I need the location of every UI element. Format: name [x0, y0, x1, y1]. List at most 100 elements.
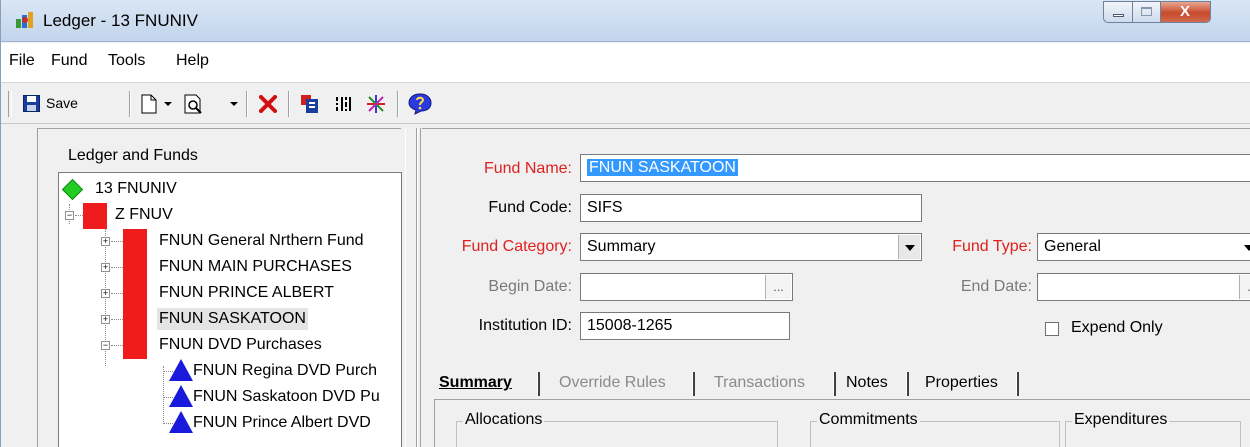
tree-node-subfund[interactable]: FNUN Regina DVD Purch [59, 359, 399, 382]
begin-date-picker-button[interactable]: ... [765, 275, 791, 299]
fund-type-value: General [1044, 238, 1101, 255]
help-button[interactable] [408, 92, 432, 116]
print-preview-icon [184, 94, 202, 114]
subfund-icon [169, 411, 193, 433]
tree-node-subfund[interactable]: FNUN Saskatoon DVD Pu [59, 385, 399, 408]
tree-node-label: FNUN Saskatoon DVD Pu [193, 388, 380, 405]
menu-help[interactable]: Help [176, 52, 209, 70]
tab-separator [1016, 372, 1019, 396]
ledger-fund-tree[interactable]: 13 FNUNIV − Z FNUV + FNUN General Nrther… [58, 172, 402, 447]
tab-separator [692, 372, 695, 396]
expand-icon[interactable]: + [101, 263, 110, 272]
begin-date-input[interactable]: ... [580, 273, 793, 301]
tree-connector [111, 345, 123, 346]
fund-type-label: Fund Type: [952, 238, 1032, 255]
institution-id-input[interactable]: 15008-1265 [580, 312, 790, 340]
new-dropdown-icon[interactable] [164, 102, 172, 106]
panel-splitter-edge[interactable] [417, 128, 421, 447]
tree-node-label: FNUN Prince Albert DVD [193, 414, 371, 431]
save-button[interactable]: Save [23, 92, 123, 116]
tree-node-fund[interactable]: + FNUN MAIN PURCHASES [59, 255, 399, 281]
tree-node-subfund[interactable]: FNUN Prince Albert DVD [59, 411, 399, 434]
fund-category-label: Fund Category: [461, 238, 572, 255]
toolbar-separator [246, 91, 248, 117]
tree-node-root[interactable]: 13 FNUNIV [61, 178, 391, 201]
fund-category-dropdown[interactable] [898, 235, 920, 259]
subfund-icon [169, 359, 193, 381]
allocations-group: Allocations [456, 411, 778, 447]
menu-bar: File Fund Tools Help [1, 43, 1250, 83]
tree-node-ledger[interactable]: − Z FNUV [61, 203, 391, 229]
toolbar-grip[interactable] [8, 91, 12, 117]
fund-icon [123, 307, 147, 333]
save-icon [23, 95, 40, 112]
menu-fund[interactable]: Fund [51, 52, 87, 70]
ledger-window: Ledger - 13 FNUNIV X File Fund Tools Hel… [0, 0, 1250, 447]
tab-transactions[interactable]: Transactions [714, 368, 805, 398]
tree-node-fund[interactable]: + FNUN General Nrthern Fund [59, 229, 399, 255]
allocations-group-label: Allocations [463, 411, 545, 429]
tree-connector [111, 319, 123, 320]
tree-connector [111, 267, 123, 268]
tab-override-rules[interactable]: Override Rules [559, 368, 666, 398]
tree-node-fund[interactable]: − FNUN DVD Purchases [59, 333, 399, 359]
fund-code-label: Fund Code: [488, 199, 572, 216]
fund-icon [123, 281, 147, 307]
tab-summary[interactable]: Summary [439, 368, 512, 398]
expand-icon[interactable]: + [101, 289, 110, 298]
fund-code-input[interactable]: SIFS [580, 194, 922, 222]
expand-icon[interactable]: + [101, 315, 110, 324]
tab-notes[interactable]: Notes [846, 368, 888, 398]
panel-splitter[interactable] [405, 128, 417, 447]
preview-dropdown-icon[interactable] [230, 102, 238, 106]
chevron-down-icon [1244, 245, 1250, 251]
tree-connector [111, 241, 123, 242]
title-bar[interactable]: Ledger - 13 FNUNIV X [1, 0, 1250, 42]
tree-node-label: FNUN DVD Purchases [159, 336, 322, 353]
menu-file[interactable]: File [9, 52, 35, 70]
fund-name-input[interactable]: FNUN SASKATOON [580, 154, 1250, 182]
close-button[interactable]: X [1161, 1, 1211, 23]
tree-node-fund-selected[interactable]: + FNUN SASKATOON [59, 307, 399, 333]
expend-only-label: Expend Only [1071, 319, 1163, 336]
tab-properties[interactable]: Properties [925, 368, 998, 398]
report-button[interactable] [299, 92, 323, 116]
fund-name-label: Fund Name: [483, 160, 572, 177]
ledger-icon [83, 203, 107, 229]
tree-node-label: Z FNUV [115, 206, 173, 223]
tree-node-label: FNUN General Nrthern Fund [159, 232, 364, 249]
expand-icon[interactable]: + [101, 237, 110, 246]
tree-header: Ledger and Funds [68, 147, 198, 164]
tree-node-fund[interactable]: + FNUN PRINCE ALBERT [59, 281, 399, 307]
fund-icon [123, 229, 147, 255]
maximize-icon [1141, 7, 1152, 16]
maximize-button[interactable] [1133, 1, 1161, 23]
collapse-icon[interactable]: − [65, 211, 74, 220]
menu-tools[interactable]: Tools [108, 52, 145, 70]
end-date-picker-button[interactable]: ... [1239, 275, 1250, 299]
asterisk-button[interactable] [365, 92, 387, 116]
delete-icon [259, 95, 277, 113]
preview-button[interactable] [184, 92, 238, 116]
barcode-button[interactable] [333, 92, 355, 116]
delete-button[interactable] [257, 92, 279, 116]
tab-summary-label: Summary [439, 374, 512, 391]
fund-category-select[interactable]: Summary [580, 233, 922, 261]
commitments-group-label: Commitments [817, 411, 920, 429]
fund-category-value: Summary [587, 238, 656, 255]
commitments-group: Commitments [810, 411, 1060, 447]
tree-connector [111, 293, 123, 294]
subfund-icon [169, 385, 193, 407]
new-document-icon [141, 94, 157, 114]
save-label: Save [46, 95, 78, 111]
expend-only-checkbox[interactable] [1045, 322, 1059, 336]
institution-id-label: Institution ID: [478, 317, 572, 334]
collapse-icon[interactable]: − [101, 341, 110, 350]
minimize-button[interactable] [1103, 1, 1133, 23]
end-date-input[interactable]: ... [1037, 273, 1250, 301]
begin-date-label: Begin Date: [488, 278, 572, 295]
minimize-icon [1113, 14, 1124, 17]
new-button[interactable] [141, 92, 181, 116]
fund-type-select[interactable]: General [1037, 233, 1250, 261]
ledger-root-icon [61, 178, 84, 201]
